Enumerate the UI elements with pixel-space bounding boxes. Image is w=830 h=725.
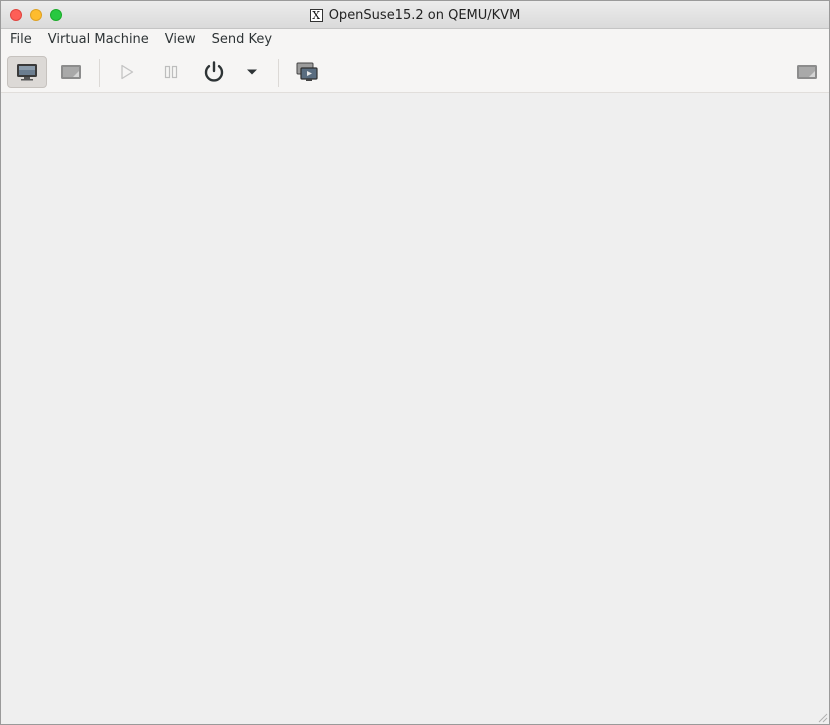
title-bar[interactable]: X OpenSuse15.2 on QEMU/KVM — [1, 1, 829, 29]
x11-icon: X — [309, 8, 323, 22]
power-icon — [204, 61, 224, 82]
monitor-console-icon — [17, 64, 37, 81]
pause-button[interactable] — [151, 56, 191, 88]
shutdown-menu-button[interactable] — [233, 56, 271, 88]
fullscreen-button[interactable] — [787, 56, 827, 88]
resize-grip-icon[interactable] — [816, 711, 828, 723]
run-icon — [121, 64, 134, 80]
shutdown-button[interactable] — [194, 56, 234, 88]
menu-send-key[interactable]: Send Key — [204, 29, 280, 51]
details-view-button[interactable] — [51, 56, 91, 88]
vm-window: X OpenSuse15.2 on QEMU/KVM File Virtual … — [0, 0, 830, 725]
toolbar — [1, 51, 829, 93]
run-button[interactable] — [107, 56, 147, 88]
details-monitor-icon — [61, 65, 81, 79]
menu-file[interactable]: File — [1, 29, 40, 51]
snapshots-icon — [296, 62, 318, 81]
toolbar-separator — [99, 59, 100, 87]
vm-console-area[interactable] — [1, 93, 829, 724]
menu-bar: File Virtual Machine View Send Key — [1, 29, 829, 51]
pause-icon — [164, 65, 178, 79]
toolbar-separator — [278, 59, 279, 87]
chevron-down-icon — [247, 69, 257, 75]
window-title: OpenSuse15.2 on QEMU/KVM — [328, 7, 521, 23]
menu-virtual-machine[interactable]: Virtual Machine — [40, 29, 157, 51]
snapshots-button[interactable] — [287, 56, 327, 88]
window-title-group: X OpenSuse15.2 on QEMU/KVM — [1, 1, 829, 29]
menu-view[interactable]: View — [157, 29, 204, 51]
fullscreen-monitor-icon — [797, 65, 817, 79]
console-view-button[interactable] — [7, 56, 47, 88]
